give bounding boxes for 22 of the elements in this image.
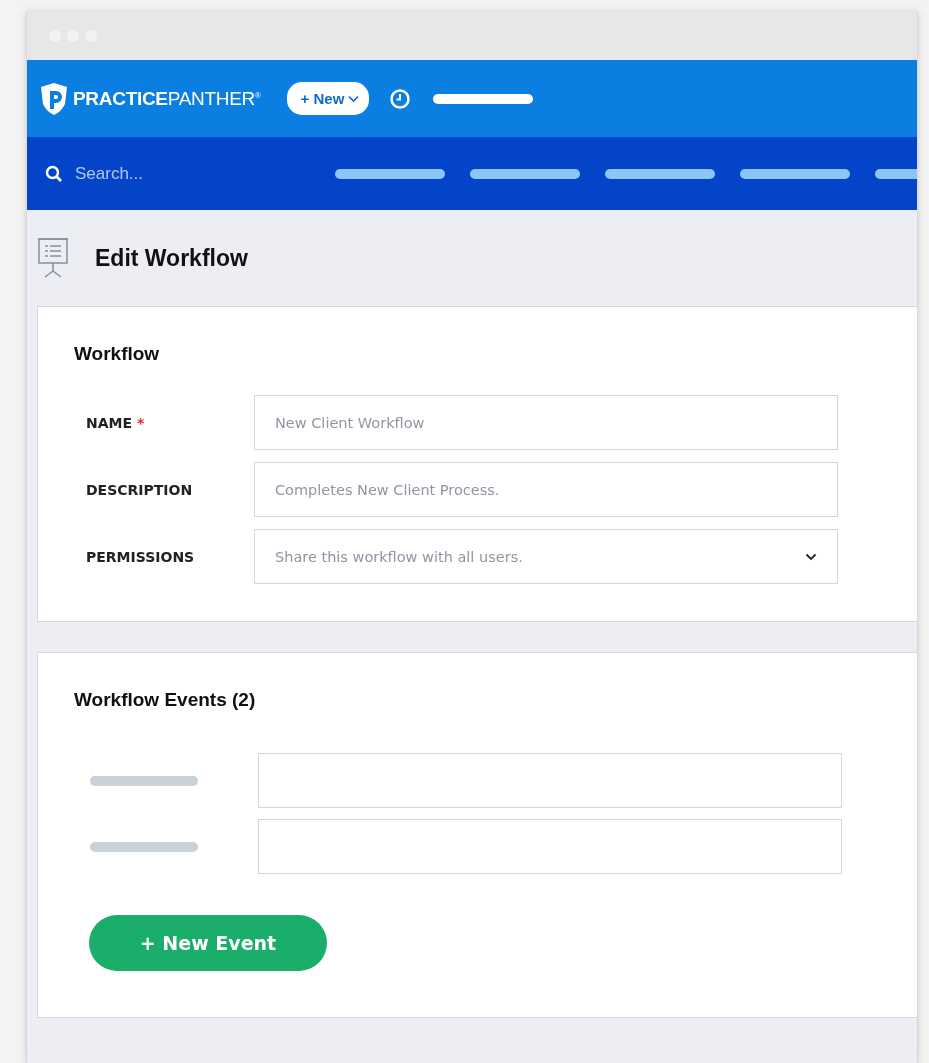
section-title: Workflow	[73, 342, 161, 365]
clock-icon[interactable]	[389, 87, 412, 110]
permissions-dropdown[interactable]: Share this workflow with all users.	[254, 529, 838, 584]
section-title: Workflow Events (2)	[73, 688, 257, 711]
event-input-field[interactable]	[258, 819, 842, 874]
field-label: DESCRIPTION	[86, 481, 193, 498]
chevron-down-icon	[805, 552, 817, 561]
presentation-board-icon	[37, 237, 69, 279]
new-button[interactable]: + New	[286, 82, 370, 115]
new-event-button[interactable]: + New Event	[89, 915, 327, 971]
page-title: Edit Workflow	[95, 244, 248, 272]
event-input-field[interactable]	[258, 753, 842, 808]
required-asterisk-icon: *	[137, 414, 145, 431]
shield-logo-icon	[39, 81, 69, 116]
search-field[interactable]: Search...	[75, 163, 225, 184]
logo-wordmark: PRACTICEPANTHER$^{®}$	[73, 87, 261, 110]
text-input-field[interactable]: New Client Workflow	[254, 395, 838, 450]
field-label: NAME	[86, 414, 133, 431]
chevron-down-icon	[348, 94, 360, 103]
field-label: PERMISSIONS	[86, 548, 195, 565]
text-input-field[interactable]: Completes New Client Process.	[254, 462, 838, 517]
search-icon	[45, 164, 63, 183]
